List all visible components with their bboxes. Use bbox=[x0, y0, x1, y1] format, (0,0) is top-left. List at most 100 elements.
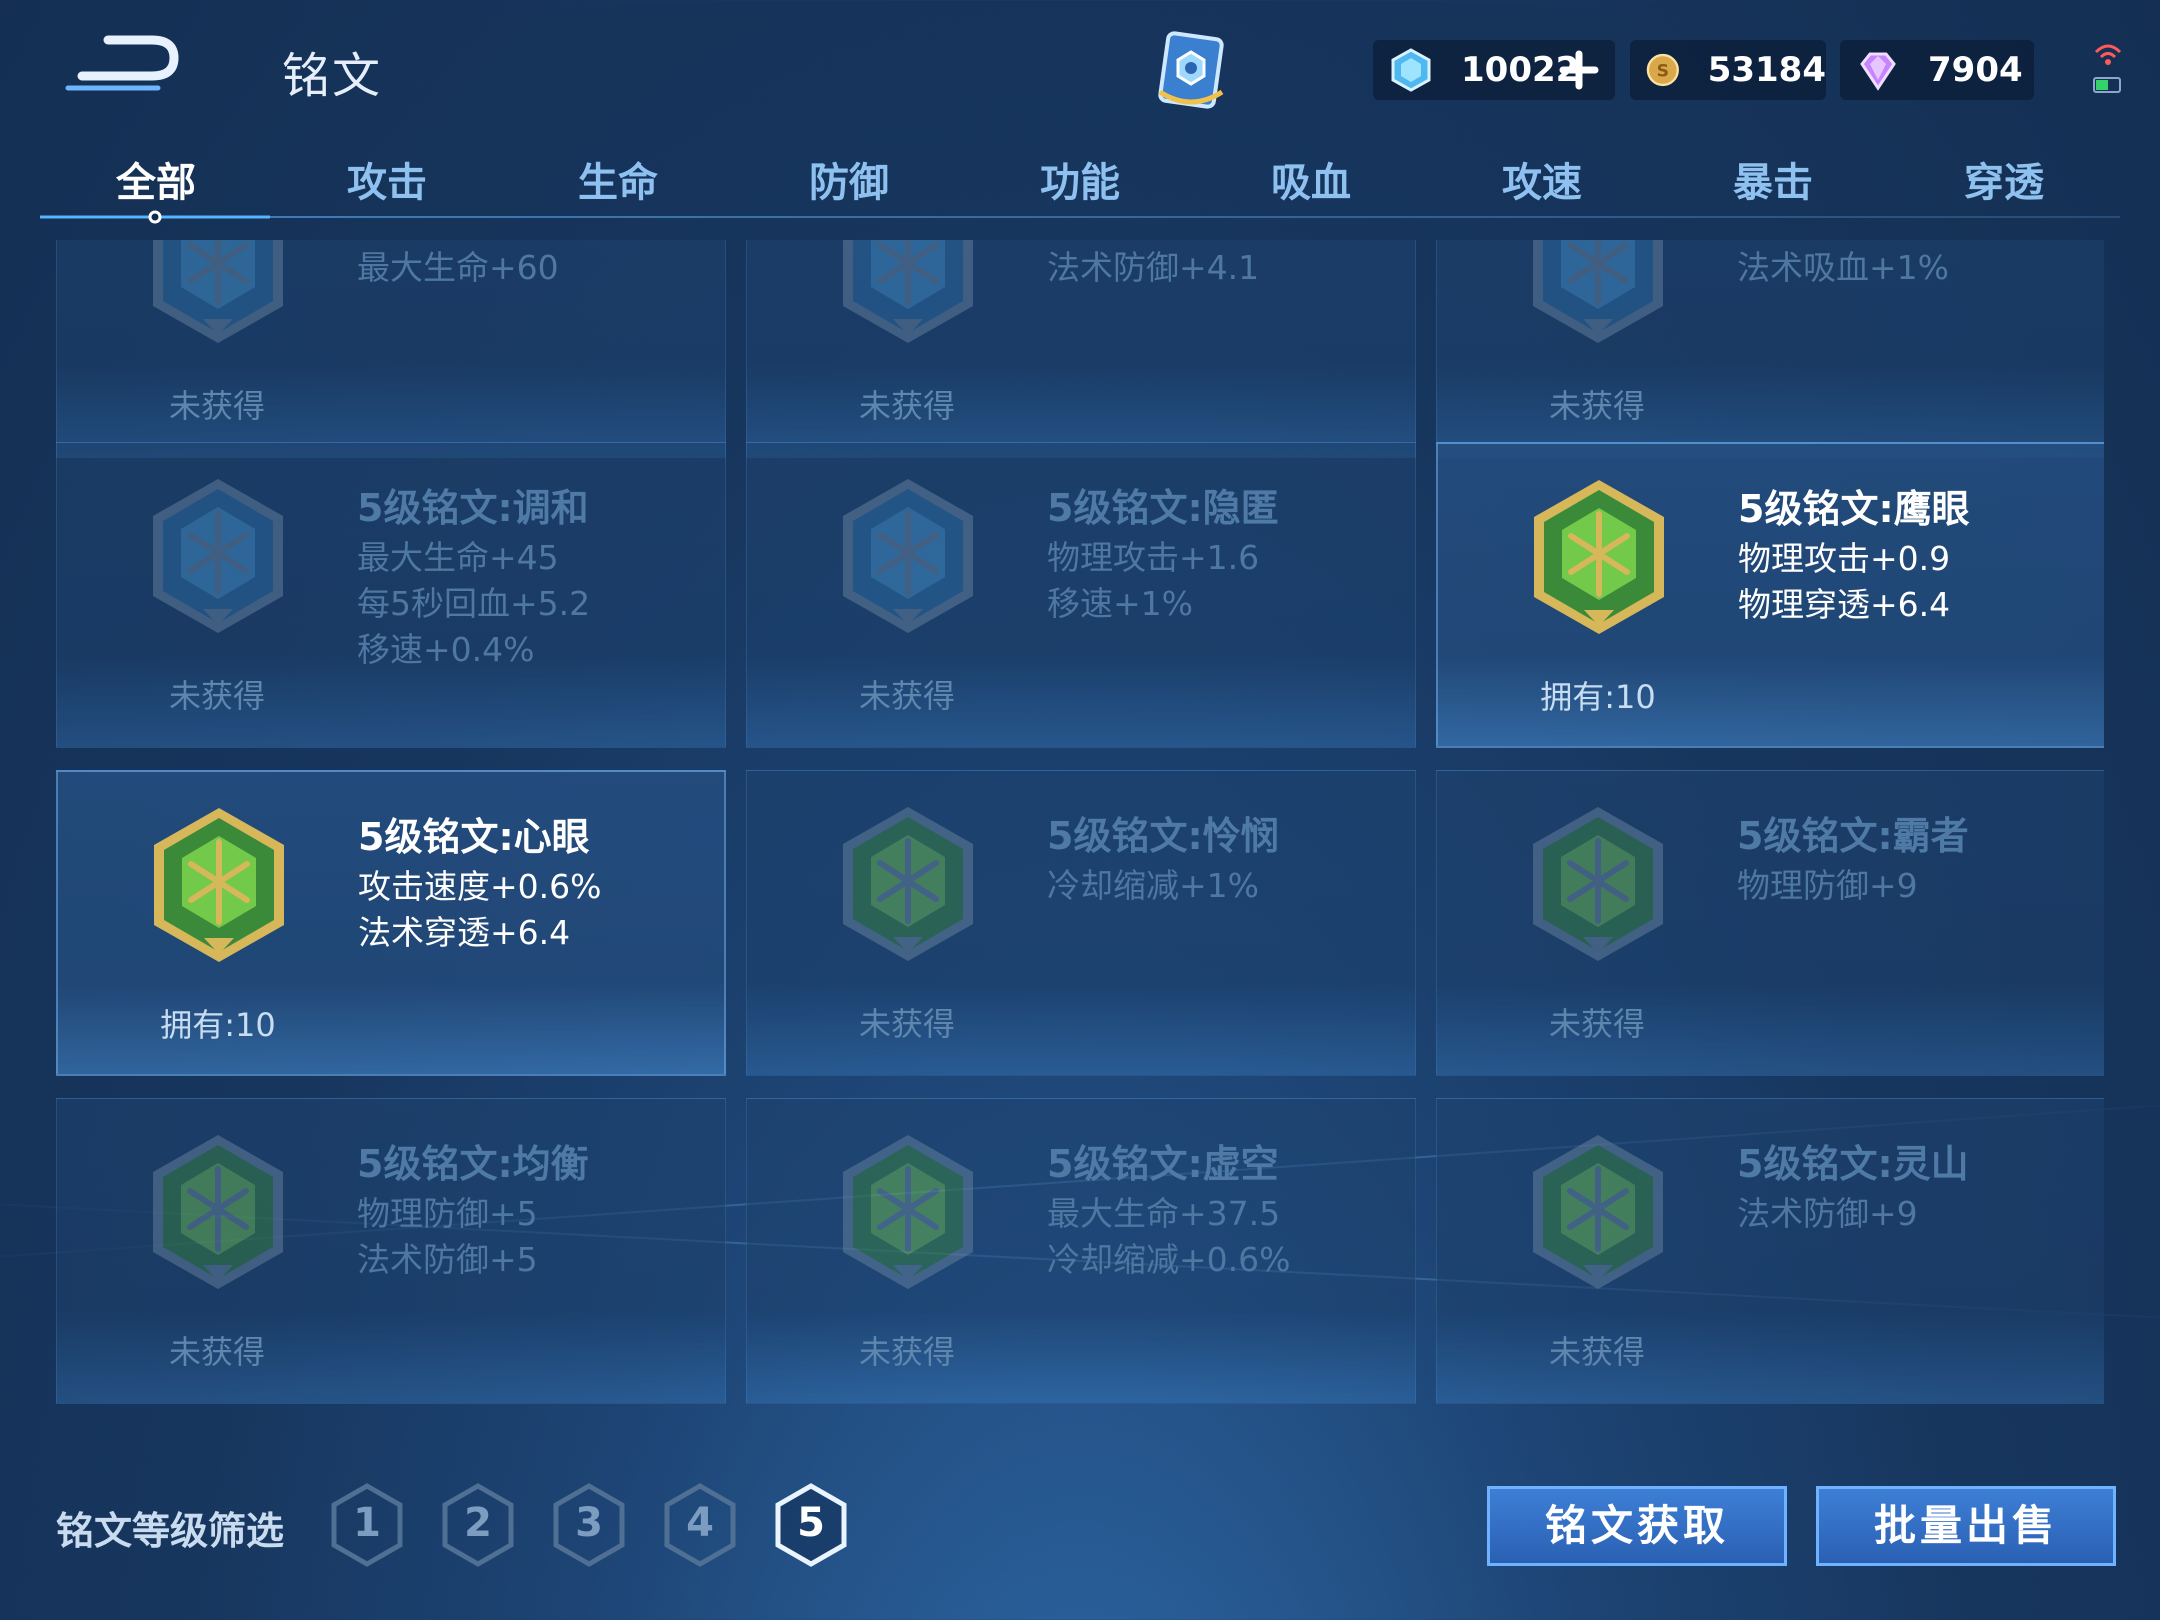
inscription-card[interactable]: 5级铭文:隐匿物理攻击+1.6 移速+1% 未获得 bbox=[746, 442, 1416, 748]
add-coupon-button[interactable] bbox=[1557, 48, 1601, 92]
level-filter-4[interactable]: 4 bbox=[661, 1482, 739, 1568]
coupon-crystal-icon bbox=[1391, 48, 1431, 92]
inscription-card[interactable]: 5级铭文:均衡 物理防御+5 法术防御+5 未获得 bbox=[56, 1098, 726, 1404]
not-obtained-label: 未获得 bbox=[1548, 1333, 1645, 1371]
inscription-card[interactable]: 5级铭文:心眼 攻击速度+0.6% 法术穿透+6.4 拥有:10 bbox=[56, 770, 726, 1076]
inscription-name: 5级铭文:均衡 bbox=[357, 1142, 589, 1186]
not-obtained-label: 未获得 bbox=[858, 387, 955, 425]
tab-attack-speed[interactable]: 攻速 bbox=[1462, 150, 1622, 208]
owned-count: 拥有:10 bbox=[160, 1006, 276, 1044]
stat-line: 移速+0.4% bbox=[357, 630, 535, 669]
inscription-stats: 法术吸血+1% bbox=[1737, 245, 1949, 291]
inscription-stats: 攻击速度+0.6% 法术穿透+6.4 bbox=[358, 864, 602, 956]
inscription-stats: 最大生命+45 每5秒回血+5.2 移速+0.4% bbox=[357, 535, 590, 673]
stat-line: 物理攻击+0.9 bbox=[1738, 539, 1951, 578]
inscription-name: 5级铭文:鹰眼 bbox=[1738, 487, 1970, 531]
inscription-name: 5级铭文:怜悯 bbox=[1047, 814, 1279, 858]
level-filter-2[interactable]: 2 bbox=[439, 1482, 517, 1568]
stat-line: 冷却缩减+0.6% bbox=[1047, 1240, 1291, 1279]
stat-line: 物理防御+9 bbox=[1737, 866, 1918, 905]
svg-text:S: S bbox=[1657, 61, 1669, 81]
gem-value: 7904 bbox=[1928, 50, 2023, 90]
not-obtained-label: 未获得 bbox=[168, 677, 265, 715]
inscription-name: 5级铭文:霸者 bbox=[1737, 814, 1969, 858]
inscription-stats: 最大生命+60 bbox=[357, 245, 559, 291]
gold-coin-icon: S bbox=[1646, 53, 1679, 87]
inscription-stats: 冷却缩减+1% bbox=[1047, 863, 1259, 909]
bottom-bar: 铭文等级筛选 1 2 3 4 5 铭文获取 批量出售 bbox=[0, 1430, 2160, 1620]
level-filter-label: 铭文等级筛选 bbox=[56, 1509, 285, 1553]
inscription-gem-icon bbox=[843, 1135, 973, 1289]
stat-line: 每5秒回血+5.2 bbox=[357, 584, 591, 623]
inscription-stats: 物理防御+9 bbox=[1737, 863, 1918, 909]
back-arrow-icon bbox=[65, 35, 179, 91]
inscription-card[interactable]: 法术防御+4.1 未获得 bbox=[746, 240, 1416, 458]
inscription-stats: 物理攻击+1.6 移速+1% bbox=[1047, 535, 1259, 627]
inscription-stats: 物理攻击+0.9 物理穿透+6.4 bbox=[1738, 536, 1950, 628]
not-obtained-label: 未获得 bbox=[168, 1333, 265, 1371]
active-tab-indicator bbox=[40, 210, 270, 224]
inscription-card[interactable]: 5级铭文:虚空最大生命+37.5 冷却缩减+0.6% 未获得 bbox=[746, 1098, 1416, 1404]
gem-balance: 7904 bbox=[1840, 40, 2034, 100]
tab-divider bbox=[40, 216, 2120, 218]
inscription-stats: 法术防御+9 bbox=[1737, 1191, 1918, 1237]
tab-attack[interactable]: 攻击 bbox=[307, 150, 467, 208]
level-filter-1[interactable]: 1 bbox=[328, 1482, 406, 1568]
inscription-card[interactable]: 5级铭文:霸者物理防御+9 未获得 bbox=[1436, 770, 2104, 1076]
inscription-card[interactable]: 5级铭文:鹰眼物理攻击+0.9 物理穿透+6.4 拥有:10 bbox=[1436, 442, 2104, 748]
page-title: 铭文 bbox=[282, 48, 383, 104]
tab-health[interactable]: 生命 bbox=[538, 150, 698, 208]
owned-count: 拥有:10 bbox=[1540, 678, 1656, 716]
inscription-name: 5级铭文:虚空 bbox=[1047, 1142, 1279, 1186]
tab-critical[interactable]: 暴击 bbox=[1693, 150, 1853, 208]
inscription-card[interactable]: 最大生命+60 未获得 bbox=[56, 240, 726, 458]
inscription-name: 5级铭文:灵山 bbox=[1737, 1142, 1969, 1186]
tab-all[interactable]: 全部 bbox=[76, 150, 236, 208]
not-obtained-label: 未获得 bbox=[858, 677, 955, 715]
network-battery-icon bbox=[2093, 44, 2122, 93]
level-filter-3[interactable]: 3 bbox=[550, 1482, 628, 1568]
stat-line: 攻击速度+0.6% bbox=[358, 867, 602, 906]
purple-gem-icon bbox=[1860, 52, 1896, 91]
not-obtained-label: 未获得 bbox=[1548, 1005, 1645, 1043]
inscription-stats: 最大生命+37.5 冷却缩减+0.6% bbox=[1047, 1191, 1291, 1283]
inscription-name: 5级铭文:隐匿 bbox=[1047, 486, 1279, 530]
inscription-book-icon[interactable] bbox=[1150, 28, 1232, 112]
bulk-sell-button[interactable]: 批量出售 bbox=[1816, 1486, 2116, 1566]
inscription-gem-icon bbox=[843, 479, 973, 633]
stat-line: 法术防御+9 bbox=[1737, 1194, 1918, 1233]
stat-line: 物理穿透+6.4 bbox=[1738, 585, 1951, 624]
tab-defense[interactable]: 防御 bbox=[769, 150, 929, 208]
stat-line: 法术吸血+1% bbox=[1737, 248, 1950, 287]
inscription-gem-icon bbox=[153, 240, 283, 343]
get-inscription-button[interactable]: 铭文获取 bbox=[1487, 1486, 1787, 1566]
inscription-gem-icon bbox=[1534, 480, 1664, 634]
inscription-name: 5级铭文:调和 bbox=[357, 486, 589, 530]
inscription-card[interactable]: 法术吸血+1% 未获得 bbox=[1436, 240, 2104, 458]
tab-utility[interactable]: 功能 bbox=[1000, 150, 1160, 208]
tab-penetration[interactable]: 穿透 bbox=[1924, 150, 2084, 208]
tab-lifesteal[interactable]: 吸血 bbox=[1231, 150, 1391, 208]
gold-value: 53184 bbox=[1707, 50, 1826, 90]
gold-balance: S 53184 bbox=[1630, 40, 1826, 100]
stat-line: 法术防御+5 bbox=[357, 1240, 538, 1279]
inscription-card[interactable]: 5级铭文:灵山法术防御+9 未获得 bbox=[1436, 1098, 2104, 1404]
coupon-balance: 10022 bbox=[1373, 40, 1615, 100]
not-obtained-label: 未获得 bbox=[1548, 387, 1645, 425]
stat-line: 最大生命+60 bbox=[357, 248, 559, 287]
stat-line: 最大生命+45 bbox=[357, 538, 559, 577]
back-button[interactable] bbox=[62, 30, 182, 100]
stat-line: 冷却缩减+1% bbox=[1047, 866, 1260, 905]
not-obtained-label: 未获得 bbox=[168, 387, 265, 425]
stat-line: 最大生命+37.5 bbox=[1047, 1194, 1281, 1233]
stat-line: 移速+1% bbox=[1047, 584, 1194, 623]
inscription-gem-icon bbox=[1533, 1135, 1663, 1289]
level-filter-5[interactable]: 5 bbox=[772, 1482, 850, 1568]
inscription-card[interactable]: 5级铭文:调和最大生命+45 每5秒回血+5.2 移速+0.4% 未获得 bbox=[56, 442, 726, 748]
inscription-gem-icon bbox=[843, 240, 973, 343]
stat-line: 法术防御+4.1 bbox=[1047, 248, 1260, 287]
not-obtained-label: 未获得 bbox=[858, 1333, 955, 1371]
category-tabs: 全部 攻击 生命 防御 功能 吸血 攻速 暴击 穿透 bbox=[0, 140, 2160, 230]
inscription-gem-icon bbox=[1533, 240, 1663, 343]
inscription-card[interactable]: 5级铭文:怜悯 冷却缩减+1% 未获得 bbox=[746, 770, 1416, 1076]
